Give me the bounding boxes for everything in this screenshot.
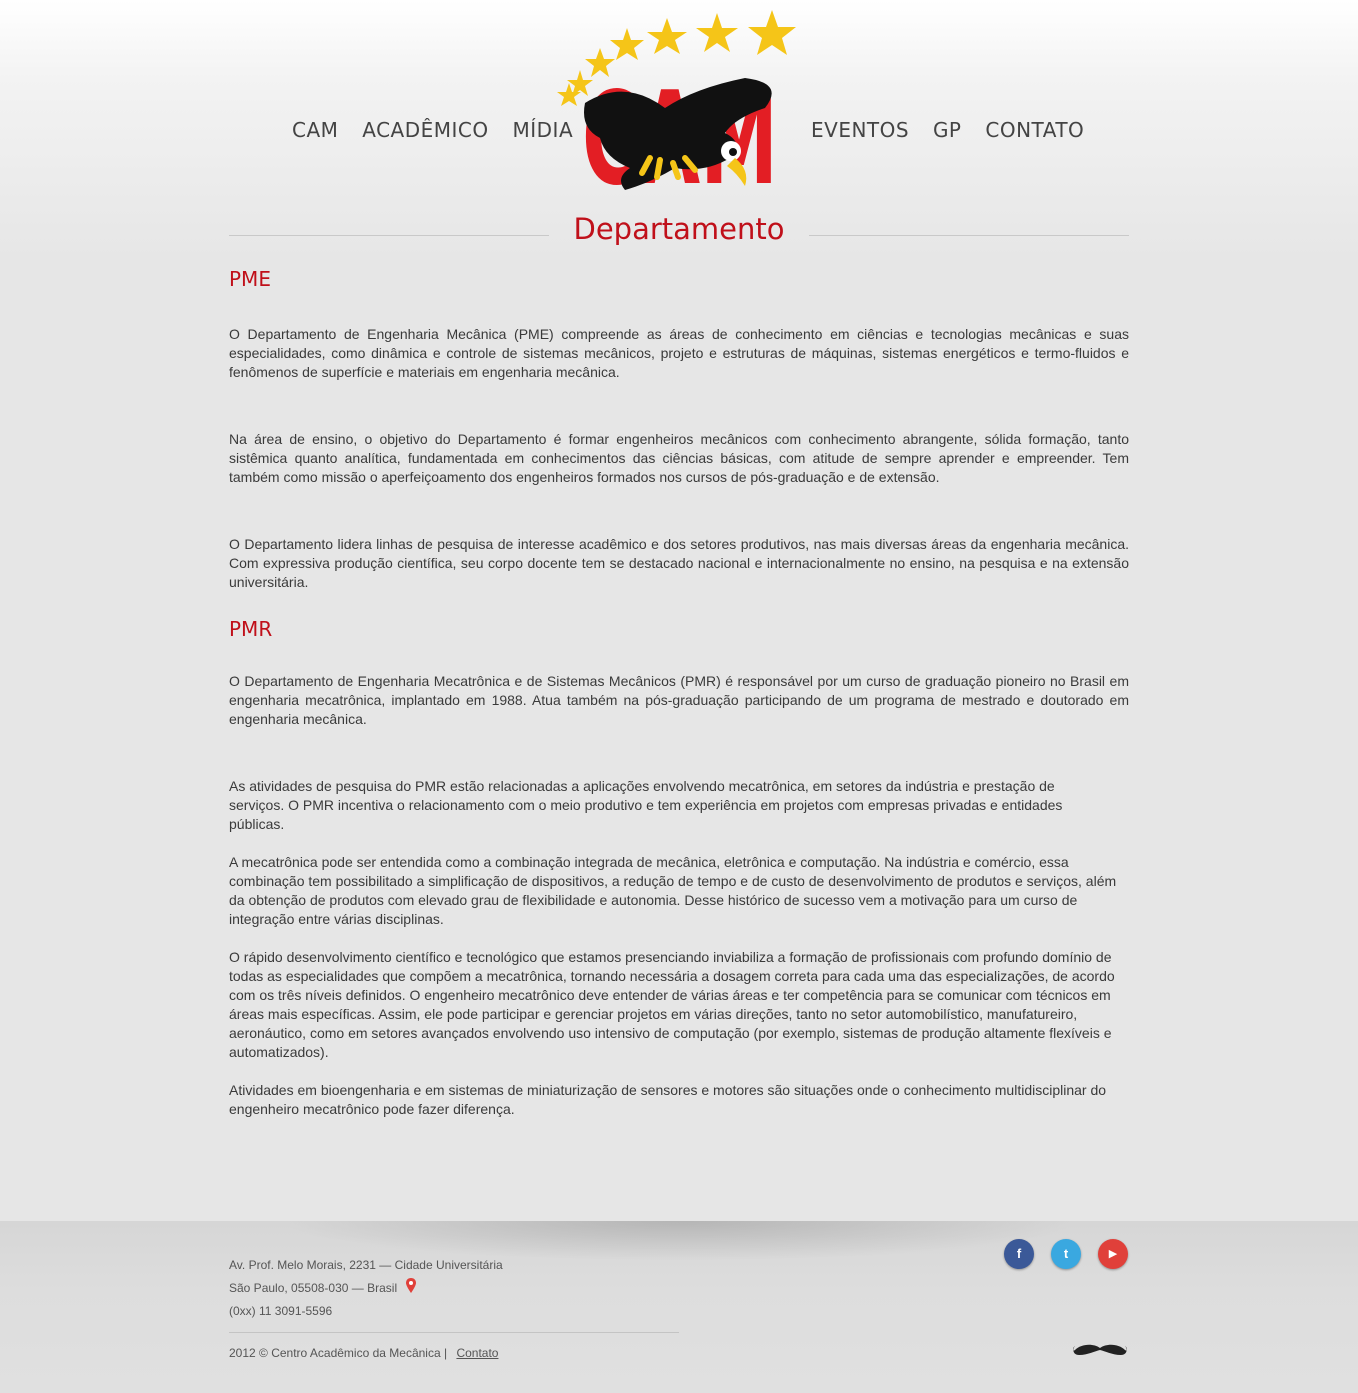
mustache-icon	[1073, 1344, 1127, 1355]
section-heading-pme: PME	[229, 267, 271, 291]
youtube-icon[interactable]: ▶	[1098, 1239, 1128, 1269]
page-title: Departamento	[573, 212, 785, 246]
footer: Av. Prof. Melo Morais, 2231 — Cidade Uni…	[0, 1221, 1358, 1393]
address-line-1: Av. Prof. Melo Morais, 2231 — Cidade Uni…	[229, 1258, 503, 1272]
facebook-icon[interactable]: f	[1004, 1239, 1034, 1269]
nav-contato[interactable]: CONTATO	[985, 118, 1084, 142]
pmr-paragraph-5: Atividades em bioengenharia e em sistema…	[229, 1082, 1107, 1117]
address-line-2-row: São Paulo, 05508-030 — Brasil	[229, 1277, 503, 1300]
nav-eventos[interactable]: EVENTOS	[811, 118, 909, 142]
pme-paragraph-1: O Departamento de Engenharia Mecânica (P…	[229, 326, 1129, 380]
footer-address: Av. Prof. Melo Morais, 2231 — Cidade Uni…	[229, 1254, 503, 1323]
pmr-paragraph-3: A mecatrônica pode ser entendida como a …	[229, 854, 1117, 927]
cam-logo[interactable]: CAM	[555, 8, 805, 198]
phone-number: (0xx) 11 3091-5596	[229, 1304, 333, 1318]
pmr-paragraph-4: O rápido desenvolvimento científico e te…	[229, 949, 1115, 1060]
pmr-paragraph-1: O Departamento de Engenharia Mecatrônica…	[229, 673, 1129, 727]
nav-cam[interactable]: CAM	[292, 118, 338, 142]
title-divider-right	[809, 235, 1129, 236]
copyright: 2012 © Centro Acadêmico da Mecânica | Co…	[229, 1346, 498, 1360]
main-content: PME O Departamento de Engenharia Mecânic…	[229, 266, 1129, 1119]
pme-paragraph-2: Na área de ensino, o objetivo do Departa…	[229, 431, 1129, 485]
page-title-block: Departamento	[229, 210, 1129, 260]
main-nav-right: EVENTOS GP CONTATO	[811, 118, 1101, 142]
map-pin-icon[interactable]	[406, 1278, 417, 1294]
main-nav-left: CAM ACADÊMICO MÍDIA	[292, 118, 590, 142]
pmr-paragraph-2: As atividades de pesquisa do PMR estão r…	[229, 778, 1063, 832]
address-line-2: São Paulo, 05508-030 — Brasil	[229, 1281, 398, 1295]
nav-gp[interactable]: GP	[933, 118, 962, 142]
copyright-text: 2012 © Centro Acadêmico da Mecânica |	[229, 1346, 448, 1360]
footer-divider	[229, 1332, 679, 1333]
section-heading-pmr: PMR	[229, 617, 273, 641]
footer-contact-link[interactable]: Contato	[456, 1346, 498, 1360]
twitter-icon[interactable]: t	[1051, 1239, 1081, 1269]
nav-academico[interactable]: ACADÊMICO	[362, 118, 488, 142]
pme-paragraph-3: O Departamento lidera linhas de pesquisa…	[229, 536, 1129, 590]
